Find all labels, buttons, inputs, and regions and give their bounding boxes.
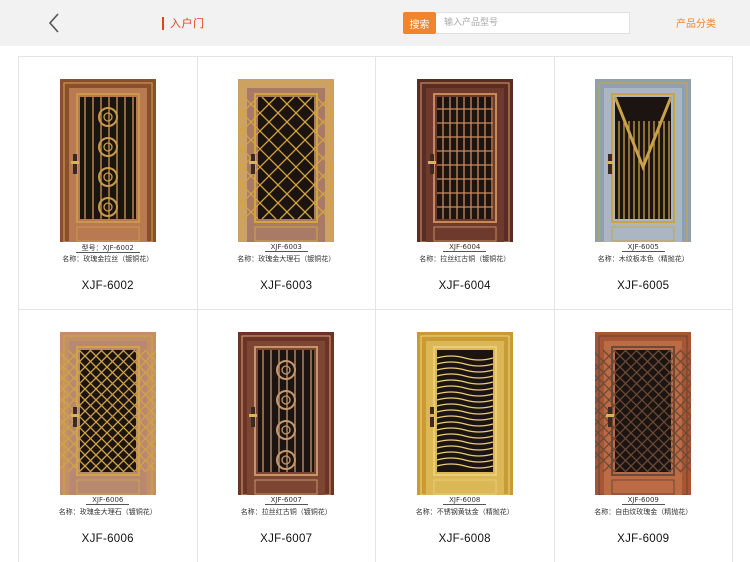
chevron-left-icon	[48, 13, 59, 33]
product-model-text: XJF-6008	[443, 496, 487, 505]
product-card[interactable]: XJF-6006 名称：玫瑰金大理石（镀铜花） XJF-6006	[19, 310, 198, 562]
product-code: XJF-6003	[260, 280, 313, 292]
door-image	[59, 79, 156, 242]
breadcrumb-marker	[162, 16, 164, 30]
door-image	[595, 79, 692, 242]
search-input[interactable]	[436, 12, 630, 34]
product-model-caption: XJF-6008	[376, 496, 554, 505]
product-name-caption: 名称：拉丝红古铜（镀铜花）	[419, 255, 511, 263]
product-name-caption: 名称：玫瑰金大理石（镀铜花）	[237, 255, 336, 263]
product-model-caption: XJF-6007	[198, 496, 376, 505]
product-name-caption: 名称：不锈钢黄钛金（精抛花）	[415, 508, 514, 516]
door-image-frame	[376, 79, 554, 242]
door-image	[59, 332, 156, 495]
door-image	[416, 332, 513, 495]
product-code: XJF-6004	[438, 280, 491, 292]
product-model-caption: XJF-6006	[19, 496, 197, 505]
door-image-frame	[555, 79, 733, 242]
product-name-caption: 名称：自由纹玫瑰金（精抛花）	[594, 508, 693, 516]
door-image	[595, 332, 692, 495]
product-card[interactable]: XJF-6008 名称：不锈钢黄钛金（精抛花） XJF-6008	[376, 310, 555, 562]
door-image-frame	[376, 332, 554, 495]
back-button[interactable]	[38, 6, 70, 40]
breadcrumb-label: 入户门	[170, 17, 205, 30]
door-image	[238, 79, 335, 242]
door-image-frame	[198, 332, 376, 495]
product-card[interactable]: XJF-6009 名称：自由纹玫瑰金（精抛花） XJF-6009	[555, 310, 733, 562]
product-category-link[interactable]: 产品分类	[676, 15, 716, 30]
product-name-caption: 名称：玫瑰金大理石（镀铜花）	[58, 508, 157, 516]
product-model-text: XJF-6004	[443, 243, 487, 252]
product-card[interactable]: XJF-6007 名称：拉丝红古铜（镀铜花） XJF-6007	[198, 310, 376, 562]
top-bar: 入户门 搜索 产品分类	[0, 0, 750, 46]
product-model-text: XJF-6006	[86, 496, 130, 505]
product-code: XJF-6008	[438, 533, 491, 545]
product-code: XJF-6002	[81, 280, 134, 292]
product-model-text: XJF-6003	[264, 243, 308, 252]
door-image-frame	[198, 79, 376, 242]
product-card[interactable]: XJF-6003 名称：玫瑰金大理石（镀铜花） XJF-6003	[197, 57, 376, 310]
product-model-caption: XJF-6009	[555, 496, 733, 505]
door-image-frame	[19, 332, 197, 495]
product-name-caption: 名称：木纹板本色（精抛花）	[597, 255, 689, 263]
product-code: XJF-6009	[617, 533, 670, 545]
product-model-caption: XJF-6004	[376, 243, 554, 252]
breadcrumb[interactable]: 入户门	[162, 14, 205, 32]
product-name-caption: 名称：拉丝红古铜（镀铜花）	[240, 508, 332, 516]
door-image	[416, 79, 513, 242]
product-model-text: XJF-6009	[621, 496, 665, 505]
product-model-caption: XJF-6003	[198, 243, 376, 252]
product-card[interactable]: 型号：XJF-6002 名称：玫瑰金拉丝（镀铜花） XJF-6002	[19, 57, 198, 310]
product-model-text: XJF-6005	[621, 243, 665, 252]
search-button[interactable]: 搜索	[403, 12, 436, 34]
product-model-caption: 型号：XJF-6002	[19, 243, 197, 253]
product-code: XJF-6007	[260, 533, 313, 545]
product-model-text: XJF-6007	[264, 496, 308, 505]
product-code: XJF-6005	[617, 280, 670, 292]
product-model-caption: XJF-6005	[555, 243, 733, 252]
product-name-caption: 名称：玫瑰金拉丝（镀铜花）	[62, 255, 154, 263]
product-card[interactable]: XJF-6005 名称：木纹板本色（精抛花） XJF-6005	[554, 57, 733, 310]
search-bar: 搜索	[403, 12, 630, 34]
door-image-frame	[19, 79, 197, 242]
product-grid: 型号：XJF-6002 名称：玫瑰金拉丝（镀铜花） XJF-6002 XJF-6003…	[18, 56, 733, 562]
product-code: XJF-6006	[81, 533, 134, 545]
door-image	[238, 332, 335, 495]
product-card[interactable]: XJF-6004 名称：拉丝红古铜（镀铜花） XJF-6004	[376, 57, 555, 310]
door-image-frame	[555, 332, 733, 495]
product-model-text: 型号：XJF-6002	[75, 244, 140, 253]
